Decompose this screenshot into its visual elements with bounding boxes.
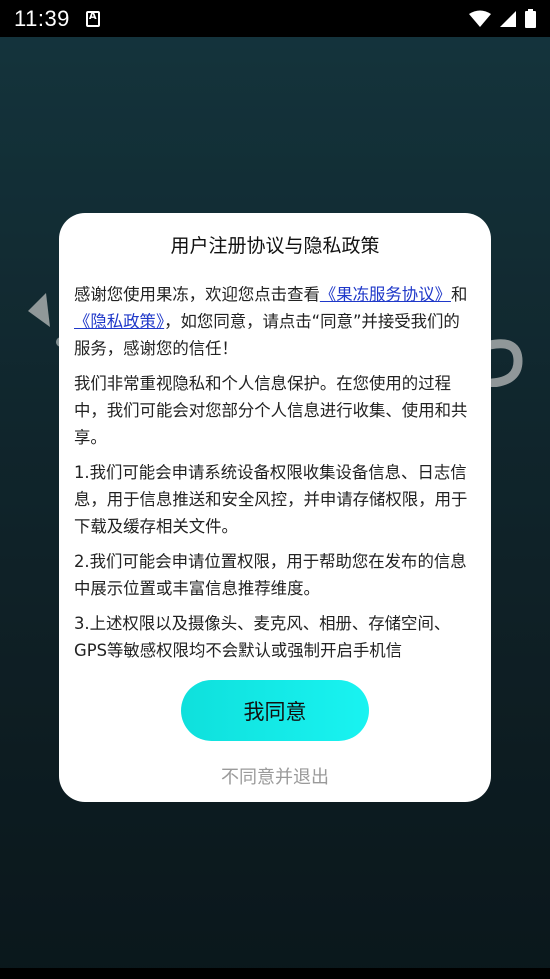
permission-item-3: 3.上述权限以及摄像头、麦克风、相册、存储空间、GPS等敏感权限均不会默认或强制… <box>74 614 451 660</box>
dialog-body[interactable]: 感谢您使用果冻，欢迎您点击查看《果冻服务协议》和《隐私政策》，如您同意，请点击“… <box>74 281 476 667</box>
status-icons <box>469 9 536 28</box>
status-bar: 11:39 <box>0 0 550 37</box>
status-time: 11:39 <box>14 5 70 31</box>
wifi-icon <box>469 10 491 27</box>
permission-item-2: 2.我们可能会申请位置权限，用于帮助您在发布的信息中展示位置或丰富信息推荐维度。 <box>74 552 467 598</box>
intro-text: 感谢您使用果冻，欢迎您点击查看 <box>74 285 320 304</box>
dialog-title: 用户注册协议与隐私政策 <box>170 235 380 257</box>
navigation-bar <box>0 968 550 979</box>
permission-item-1: 1.我们可能会申请系统设备权限收集设备信息、日志信息，用于信息推送和安全风控，并… <box>74 463 468 536</box>
battery-icon <box>525 9 536 28</box>
intro-and: 和 <box>450 285 468 304</box>
notification-a-icon <box>85 10 100 27</box>
privacy-paragraph: 我们非常重视隐私和个人信息保护。在您使用的过程中，我们可能会对您部分个人信息进行… <box>74 374 468 447</box>
decline-button[interactable]: 不同意并退出 <box>59 763 491 789</box>
signal-icon <box>500 10 516 27</box>
intro-paragraph: 感谢您使用果冻，欢迎您点击查看《果冻服务协议》和《隐私政策》，如您同意，请点击“… <box>74 281 476 362</box>
service-agreement-link[interactable]: 《果冻服务协议》 <box>320 285 451 304</box>
agree-button[interactable]: 我同意 <box>181 680 369 741</box>
privacy-policy-link[interactable]: 《隐私政策》 <box>74 312 164 331</box>
privacy-dialog: 用户注册协议与隐私政策 感谢您使用果冻，欢迎您点击查看《果冻服务协议》和《隐私政… <box>59 213 491 802</box>
